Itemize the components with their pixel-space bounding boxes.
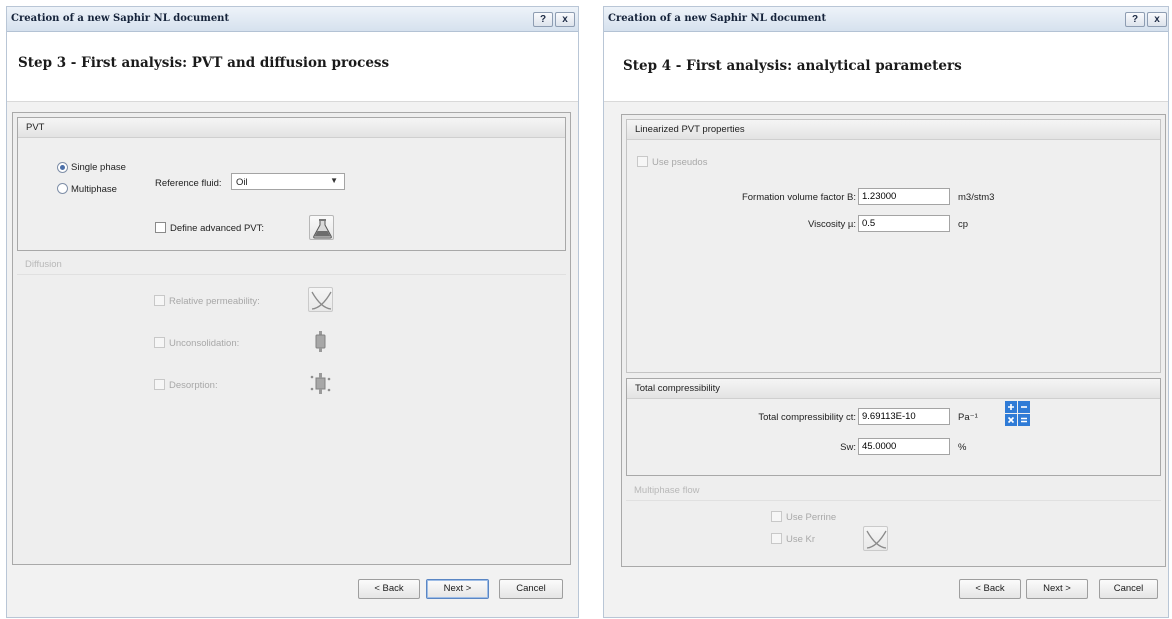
diffusion-group-header: Diffusion	[17, 255, 566, 275]
fvf-unit: m3/stm3	[958, 192, 995, 203]
total-compressibility-group: Total compressibility Total compressibil…	[626, 378, 1161, 476]
core-sample-icon[interactable]	[308, 329, 333, 354]
advanced-pvt-checkbox[interactable]	[155, 222, 166, 233]
fvf-input[interactable]	[858, 188, 950, 205]
close-button[interactable]: x	[555, 12, 575, 27]
relative-permeability-label: Relative permeability:	[169, 296, 260, 307]
relative-permeability-checkbox[interactable]	[154, 295, 165, 306]
sw-input[interactable]	[858, 438, 950, 455]
title-bar[interactable]: Creation of a new Saphir NL document ? x	[7, 7, 578, 32]
use-pseudos-checkbox[interactable]	[637, 156, 648, 167]
reference-fluid-label: Reference fluid:	[155, 178, 222, 189]
dialog-step-4: Creation of a new Saphir NL document ? x…	[603, 6, 1169, 618]
close-button[interactable]: x	[1147, 12, 1167, 27]
reference-fluid-value: Oil	[236, 177, 248, 188]
use-perrine-label: Use Perrine	[786, 512, 837, 523]
wizard-header: Step 3 - First analysis: PVT and diffusi…	[7, 32, 578, 102]
viscosity-input[interactable]	[858, 215, 950, 232]
desorption-icon[interactable]	[308, 371, 333, 396]
wizard-footer: < Back Next > Cancel	[604, 561, 1168, 617]
ct-unit: Pa⁻¹	[958, 412, 978, 423]
desorption-checkbox[interactable]	[154, 379, 165, 390]
linearized-pvt-group: Linearized PVT properties Use pseudos Fo…	[626, 119, 1161, 373]
help-button[interactable]: ?	[1125, 12, 1145, 27]
chevron-down-icon: ▼	[330, 176, 338, 185]
next-button[interactable]: Next >	[426, 579, 489, 599]
calculator-icon[interactable]	[1005, 401, 1030, 426]
wizard-header: Step 4 - First analysis: analytical para…	[604, 32, 1168, 102]
single-phase-label: Single phase	[71, 162, 126, 173]
viscosity-unit: cp	[958, 219, 969, 230]
linearized-pvt-header: Linearized PVT properties	[627, 120, 1160, 140]
flask-icon[interactable]	[309, 215, 334, 240]
back-button[interactable]: < Back	[358, 579, 420, 599]
step-title: Step 4 - First analysis: analytical para…	[623, 58, 962, 74]
window-title: Creation of a new Saphir NL document	[11, 13, 230, 24]
wizard-footer: < Back Next > Cancel	[7, 561, 578, 617]
cancel-button[interactable]: Cancel	[1099, 579, 1158, 599]
dialog-step-3: Creation of a new Saphir NL document ? x…	[6, 6, 579, 618]
sw-label: Sw:	[840, 442, 856, 453]
multiphase-flow-header: Multiphase flow	[626, 481, 1161, 501]
pvt-group: PVT Single phase Multiphase Reference fl…	[17, 117, 566, 251]
step-title: Step 3 - First analysis: PVT and diffusi…	[18, 55, 390, 71]
use-kr-label: Use Kr	[786, 534, 816, 545]
sw-unit: %	[958, 442, 967, 453]
kr-curves-icon[interactable]	[863, 526, 888, 551]
title-bar[interactable]: Creation of a new Saphir NL document ? x	[604, 7, 1168, 32]
ct-label: Total compressibility ct:	[758, 412, 856, 423]
reference-fluid-dropdown[interactable]: Oil ▼	[231, 173, 345, 190]
window-title: Creation of a new Saphir NL document	[608, 13, 827, 24]
help-button[interactable]: ?	[533, 12, 553, 27]
pvt-group-header: PVT	[18, 118, 565, 138]
curves-icon[interactable]	[308, 287, 333, 312]
content-panel: PVT Single phase Multiphase Reference fl…	[12, 112, 571, 565]
back-button[interactable]: < Back	[959, 579, 1021, 599]
single-phase-radio[interactable]	[57, 162, 68, 173]
content-panel: Linearized PVT properties Use pseudos Fo…	[621, 114, 1166, 567]
viscosity-label: Viscosity µ:	[807, 219, 856, 230]
fvf-label: Formation volume factor B:	[741, 192, 856, 203]
desorption-label: Desorption:	[169, 380, 218, 391]
unconsolidation-checkbox[interactable]	[154, 337, 165, 348]
next-button[interactable]: Next >	[1026, 579, 1088, 599]
use-perrine-checkbox[interactable]	[771, 511, 782, 522]
advanced-pvt-label: Define advanced PVT:	[170, 223, 265, 234]
use-pseudos-label: Use pseudos	[652, 157, 708, 168]
multiphase-label: Multiphase	[71, 184, 117, 195]
use-kr-checkbox[interactable]	[771, 533, 782, 544]
unconsolidation-label: Unconsolidation:	[169, 338, 240, 349]
diffusion-group: Diffusion Relative permeability: Unconso…	[17, 255, 566, 435]
total-compressibility-header: Total compressibility	[627, 379, 1160, 399]
multiphase-radio[interactable]	[57, 183, 68, 194]
cancel-button[interactable]: Cancel	[499, 579, 563, 599]
multiphase-flow-group: Multiphase flow Use Perrine Use Kr	[626, 481, 1161, 563]
ct-input[interactable]	[858, 408, 950, 425]
